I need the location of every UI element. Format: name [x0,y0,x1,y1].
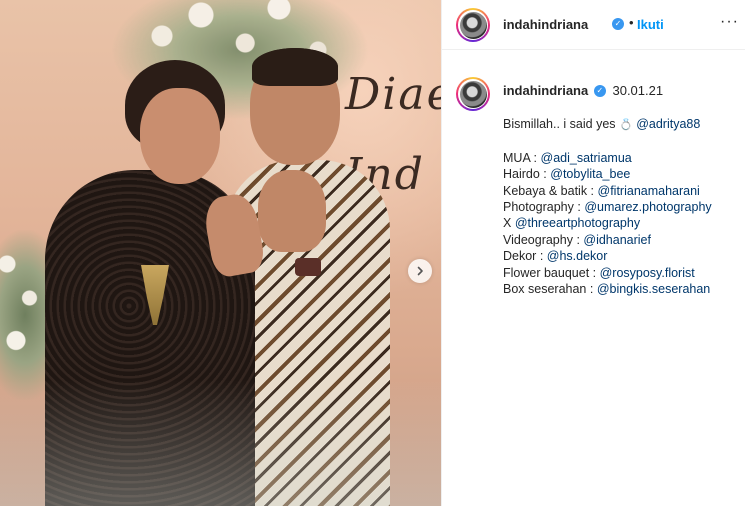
mention-link[interactable]: @bingkis.seserahan [597,282,710,296]
mention-link[interactable]: @rosyposy.florist [600,266,695,280]
bride-face [140,88,220,184]
header-username[interactable]: indahindriana [503,17,588,32]
credit-line: X @threeartphotography [503,215,743,231]
mention-link[interactable]: @fitrianamaharani [598,184,700,198]
ring-icon: 💍 [619,118,633,131]
more-options-icon[interactable]: ··· [720,13,739,31]
caption-intro-line: Bismillah.. i said yes 💍 @adritya88 [503,116,743,133]
credit-line: Flower bauquet : @rosyposy.florist [503,265,743,281]
credit-line: MUA : @adi_satriamua [503,150,743,166]
credit-line: Photography : @umarez.photography [503,199,743,215]
credit-line: Hairdo : @tobylita_bee [503,166,743,182]
caption-intro-text: Bismillah.. i said yes [503,117,620,131]
credit-line: Box seserahan : @bingkis.seserahan [503,281,743,297]
verified-badge-icon: ✓ [593,84,606,97]
avatar-photo [459,80,487,108]
mention-link[interactable]: @umarez.photography [584,200,711,214]
credit-label: Dekor : [503,249,547,264]
credit-label: Box seserahan : [503,282,597,297]
credit-line: Kebaya & batik : @fitrianamaharani [503,183,743,199]
header-separator: • [629,15,634,30]
mention-link[interactable]: @hs.dekor [547,249,608,263]
mention-link[interactable]: @adritya88 [636,117,700,131]
avatar-ring-inner [458,79,488,109]
groom-watch [295,258,321,276]
credit-label: Hairdo : [503,167,551,182]
caption-username[interactable]: indahindriana [503,83,588,98]
follow-button[interactable]: Ikuti [637,17,664,32]
avatar-ring-inner [458,10,488,40]
next-photo-button[interactable] [408,259,432,283]
credit-label: MUA : [503,150,541,165]
credit-line: Videography : @idhanarief [503,232,743,248]
avatar-photo [459,11,487,39]
credit-label: Flower bauquet : [503,265,600,280]
caption-text: Bismillah.. i said yes 💍 @adritya88 MUA … [503,116,743,297]
verified-badge-icon: ✓ [612,18,624,30]
chevron-right-icon [417,266,423,276]
caption-date: 30.01.21 [612,83,664,98]
photo-haze [0,380,441,506]
groom-hands [258,170,326,252]
mention-link[interactable]: @adi_satriamua [541,151,632,165]
groom-hair-top [252,48,338,86]
mention-link[interactable]: @idhanarief [583,233,651,247]
credit-label: Photography : [503,200,585,215]
credit-label: Videography : [503,232,584,247]
caption-header: indahindriana ✓ 30.01.21 [503,83,663,98]
avatar[interactable] [456,8,490,42]
credit-line: Dekor : @hs.dekor [503,248,743,264]
credit-label: X [503,216,515,231]
post-photo[interactable]: Diae Ind [0,0,441,506]
mention-link[interactable]: @tobylita_bee [550,167,630,181]
post-sidebar: indahindriana ✓ • Ikuti ··· indahindrian… [441,0,745,506]
post-header: indahindriana ✓ • Ikuti ··· [442,0,745,50]
instagram-post: Diae Ind indahindriana ✓ [0,0,745,506]
credit-label: Kebaya & batik : [503,183,598,198]
mention-link[interactable]: @threeartphotography [515,216,640,230]
caption-avatar[interactable] [456,77,490,111]
